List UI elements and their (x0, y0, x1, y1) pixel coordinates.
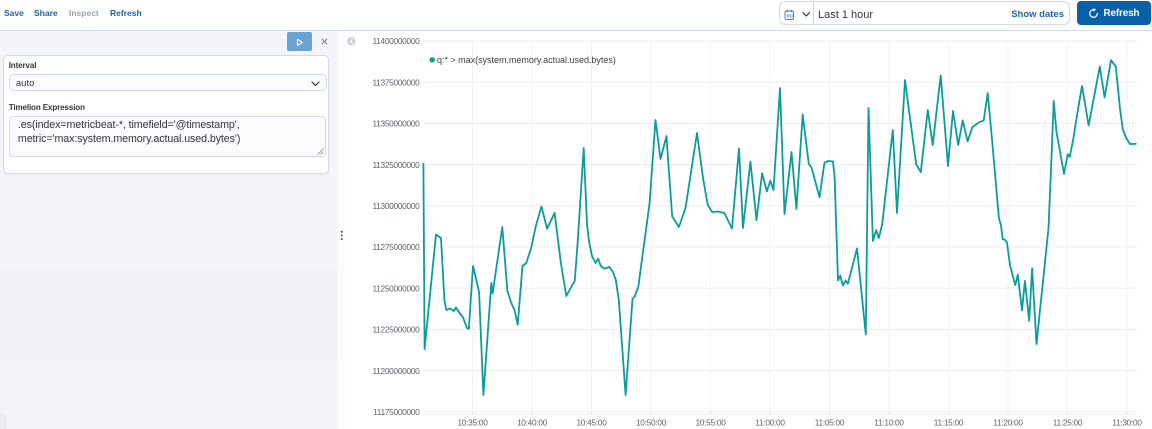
svg-text:11325000000: 11325000000 (372, 160, 420, 170)
svg-text:11:20:00: 11:20:00 (993, 418, 1023, 428)
svg-text:11:10:00: 11:10:00 (874, 418, 904, 428)
svg-text:11:15:00: 11:15:00 (934, 418, 964, 428)
svg-text:11400000000: 11400000000 (372, 36, 420, 46)
svg-text:11300000000: 11300000000 (372, 201, 420, 211)
svg-text:11200000000: 11200000000 (372, 366, 420, 376)
svg-text:11:30:00: 11:30:00 (1112, 418, 1142, 428)
svg-text:11:00:00: 11:00:00 (755, 418, 785, 428)
svg-text:10:40:00: 10:40:00 (517, 418, 548, 428)
svg-text:10:55:00: 10:55:00 (695, 418, 726, 428)
svg-text:11225000000: 11225000000 (372, 325, 420, 335)
svg-text:10:35:00: 10:35:00 (457, 418, 488, 428)
svg-text:11350000000: 11350000000 (372, 119, 420, 129)
svg-text:10:50:00: 10:50:00 (636, 418, 667, 428)
svg-text:q:* > max(system.memory.actual: q:* > max(system.memory.actual.used.byte… (437, 55, 616, 65)
svg-text:11:25:00: 11:25:00 (1053, 418, 1083, 428)
svg-text:11175000000: 11175000000 (373, 407, 420, 417)
svg-text:11:05:00: 11:05:00 (815, 418, 845, 428)
svg-text:10:45:00: 10:45:00 (576, 418, 607, 428)
svg-text:11275000000: 11275000000 (372, 242, 420, 252)
svg-text:11250000000: 11250000000 (372, 283, 420, 293)
svg-text:11375000000: 11375000000 (372, 77, 420, 87)
